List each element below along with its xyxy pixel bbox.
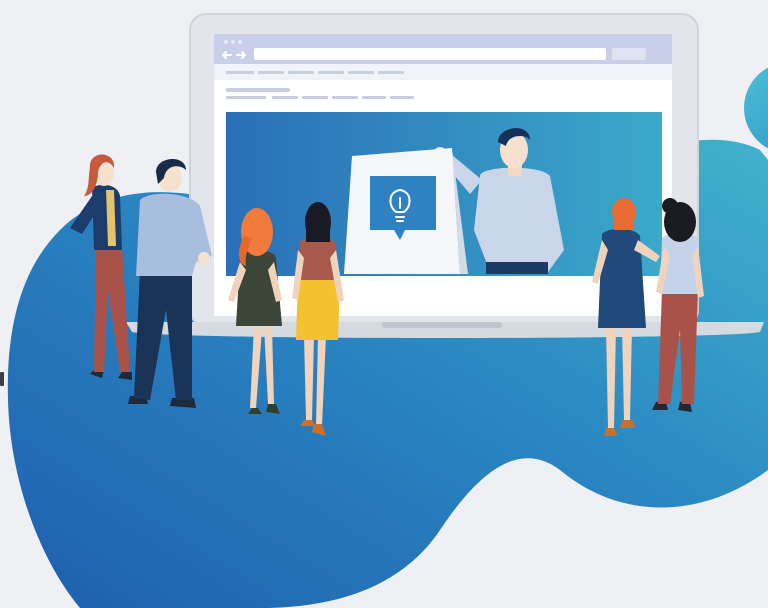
left-edge-marker [0, 372, 4, 386]
address-bar [254, 48, 606, 60]
sign-board [344, 148, 468, 274]
browser-chrome [214, 34, 672, 80]
decorative-orb [744, 67, 768, 149]
presentation-illustration [7, 13, 768, 608]
illustration-stage [0, 0, 768, 608]
